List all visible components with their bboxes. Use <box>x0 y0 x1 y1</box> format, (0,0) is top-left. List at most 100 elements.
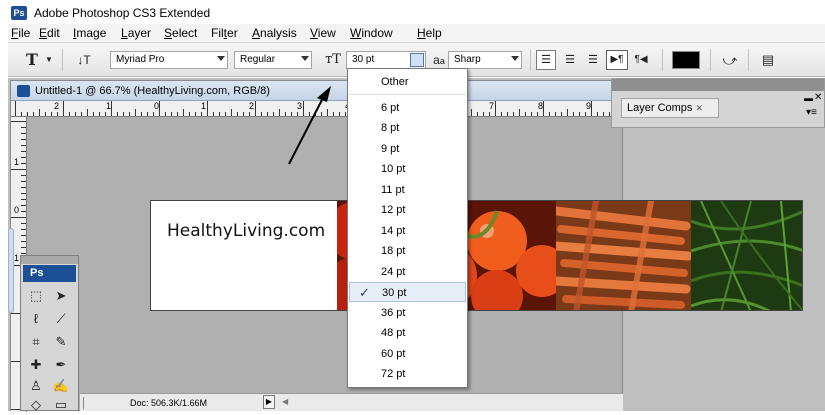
ruler-tick <box>51 112 52 116</box>
ruler-tick <box>45 112 46 116</box>
chevron-down-icon[interactable] <box>410 53 424 67</box>
ruler-tick <box>21 151 26 152</box>
antialias-select[interactable]: Sharp <box>448 51 522 69</box>
menu-help[interactable]: Help <box>417 26 442 40</box>
text-color-swatch[interactable] <box>672 51 700 69</box>
align-center-icon[interactable]: ☰ <box>560 50 580 70</box>
dropdown-item[interactable]: 36 pt <box>349 303 466 323</box>
lasso-tool-icon[interactable]: ℓ <box>25 309 47 329</box>
tools-panel: Ps ⬚ ➤ ℓ ⟋ ⌗ ✎ ✚ ✒ ♙ ✍ ◇ ▭ <box>20 255 79 412</box>
slice-tool-icon[interactable]: ✎ <box>50 332 72 352</box>
dropdown-item[interactable]: 24 pt <box>349 262 466 282</box>
move-tool-icon[interactable]: ➤ <box>50 286 72 306</box>
ruler-tick <box>21 235 26 236</box>
tools-panel-header[interactable] <box>21 256 78 264</box>
menu-view[interactable]: View <box>310 26 336 40</box>
menu-layer[interactable]: Layer <box>121 26 151 40</box>
crop-tool-icon[interactable]: ⌗ <box>25 332 47 352</box>
dropdown-item[interactable]: 60 pt <box>349 344 466 364</box>
dropdown-item[interactable]: 18 pt <box>349 241 466 261</box>
status-menu-button[interactable]: ▶ <box>263 395 275 409</box>
gradient-tool-icon[interactable]: ▭ <box>50 395 72 415</box>
status-divider <box>83 397 91 409</box>
menu-accel: E <box>39 26 48 40</box>
dropdown-item-other[interactable]: Other <box>349 72 466 92</box>
canvas-image[interactable]: HealthyLiving.com <box>150 200 803 311</box>
font-size-icon: ᴛT <box>325 52 341 67</box>
ruler-tick <box>87 109 88 116</box>
ruler-tick <box>609 112 610 116</box>
minimize-icon[interactable]: ▬ <box>804 93 813 103</box>
ruler-label: 2 <box>54 101 60 111</box>
menu-analysis[interactable]: Analysis <box>252 26 297 40</box>
healing-brush-tool-icon[interactable]: ✚ <box>25 355 47 375</box>
clone-stamp-tool-icon[interactable]: ♙ <box>25 376 47 396</box>
panel-header[interactable] <box>612 79 824 91</box>
dropdown-item[interactable]: 8 pt <box>349 118 466 138</box>
dropdown-item[interactable]: 48 pt <box>349 323 466 343</box>
ruler-label: 1 <box>14 157 20 167</box>
paragraph-rtl-icon[interactable]: ¶◀ <box>630 50 652 70</box>
site-text-layer[interactable]: HealthyLiving.com <box>167 221 325 241</box>
separator <box>662 49 663 71</box>
align-right-icon[interactable]: ☰ <box>583 50 603 70</box>
tools-ps-label: Ps <box>23 265 76 282</box>
ruler-label: 7 <box>489 101 495 111</box>
warp-text-icon[interactable]: ⤻ <box>720 50 740 70</box>
ruler-tick <box>483 112 484 116</box>
marquee-tool-icon[interactable]: ⬚ <box>25 286 47 306</box>
panel-collapse-strip[interactable] <box>8 228 14 313</box>
ruler-tick <box>513 112 514 116</box>
magic-wand-tool-icon[interactable]: ⟋ <box>50 309 72 329</box>
dropdown-item[interactable]: 9 pt <box>349 139 466 159</box>
menu-image[interactable]: Image <box>73 26 106 40</box>
type-tool-preset-icon[interactable]: T <box>22 50 42 70</box>
ruler-tick <box>267 112 268 116</box>
chevron-down-icon[interactable]: ▼ <box>44 50 54 70</box>
text-orientation-icon[interactable]: ↓T <box>74 50 94 70</box>
align-left-icon[interactable]: ☰ <box>536 50 556 70</box>
menu-edit[interactable]: Edit <box>39 26 60 40</box>
close-icon[interactable]: ✕ <box>695 103 703 113</box>
dropdown-item[interactable]: 11 pt <box>349 180 466 200</box>
menu-window[interactable]: Window <box>350 26 393 40</box>
menu-label: elp <box>425 26 442 40</box>
dropdown-item[interactable]: 6 pt <box>349 98 466 118</box>
menu-filter[interactable]: Filter <box>211 26 238 40</box>
menu-file[interactable]: File <box>11 26 30 40</box>
antialias-value: Sharp <box>454 54 481 65</box>
tab-label: Layer Comps <box>627 102 693 114</box>
tab-layer-comps[interactable]: Layer Comps ✕ <box>621 98 719 118</box>
dropdown-item-selected[interactable]: ✓ 30 pt <box>349 282 466 302</box>
ruler-tick <box>21 175 26 176</box>
eraser-tool-icon[interactable]: ◇ <box>25 395 47 415</box>
ruler-label: 1 <box>201 101 207 111</box>
menu-accel: V <box>310 26 318 40</box>
font-style-select[interactable]: Regular <box>234 51 312 69</box>
panel-menu-icon[interactable]: ▾≡ <box>806 107 817 118</box>
brush-tool-icon[interactable]: ✒ <box>50 355 72 375</box>
ruler-label: 2 <box>249 101 255 111</box>
ruler-tick <box>555 112 556 116</box>
dropdown-item[interactable]: 14 pt <box>349 221 466 241</box>
dropdown-item[interactable]: 10 pt <box>349 159 466 179</box>
ruler-tick <box>507 112 508 116</box>
ruler-tick <box>495 101 496 116</box>
font-size-select[interactable]: 30 pt <box>346 51 426 69</box>
ruler-tick <box>69 112 70 116</box>
ruler-tick <box>171 112 172 116</box>
app-title: Adobe Photoshop CS3 Extended <box>34 6 211 20</box>
dropdown-item[interactable]: 72 pt <box>349 364 466 384</box>
menu-select[interactable]: Select <box>164 26 197 40</box>
scroll-left-icon[interactable]: ◀ <box>282 397 288 406</box>
close-icon[interactable]: ✕ <box>814 92 822 103</box>
ruler-tick <box>117 112 118 116</box>
ruler-label: 1 <box>14 253 20 263</box>
dropdown-item[interactable]: 12 pt <box>349 200 466 220</box>
document-title: Untitled-1 @ 66.7% (HealthyLiving.com, R… <box>35 85 270 97</box>
ruler-tick <box>183 109 184 116</box>
font-family-select[interactable]: Myriad Pro <box>110 51 228 69</box>
character-panel-icon[interactable]: ▤ <box>758 50 778 70</box>
history-brush-tool-icon[interactable]: ✍ <box>50 376 72 396</box>
paragraph-ltr-icon[interactable]: ▶¶ <box>606 50 628 70</box>
